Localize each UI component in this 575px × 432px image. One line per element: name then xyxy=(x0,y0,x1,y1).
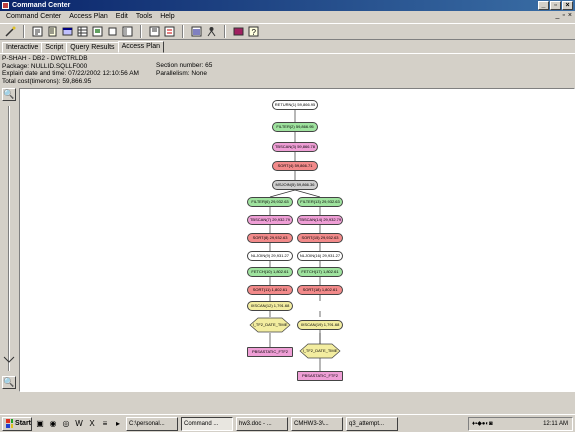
title-bar[interactable]: Command Center _ ▫ × xyxy=(0,0,575,11)
taskbar-button-command-center[interactable]: Command ... xyxy=(181,416,233,431)
toolbar-separator xyxy=(182,25,184,38)
system-tray: ♦▪◆●◐◙ 12:11 AM xyxy=(468,417,573,431)
window-title: Command Center xyxy=(12,2,71,9)
tab-access-plan[interactable]: Access Plan xyxy=(117,41,165,53)
app-icon xyxy=(2,2,9,9)
toolbar-separator xyxy=(224,25,226,38)
menu-help[interactable]: Help xyxy=(156,11,178,22)
toolbar: ? xyxy=(0,23,575,40)
package-label: Package: NULLID.SQLLF000 xyxy=(2,62,88,70)
toolbar-separator xyxy=(23,25,25,38)
maximize-button[interactable]: ▫ xyxy=(550,1,561,10)
word-icon[interactable]: W xyxy=(74,419,84,429)
history-icon[interactable] xyxy=(61,25,74,38)
app-launcher-icon[interactable]: ▸ xyxy=(113,419,123,429)
plan-table-left[interactable]: PBSASTATIC_FTF2 xyxy=(247,347,293,357)
menu-command-center[interactable]: Command Center xyxy=(2,11,65,22)
tab-query-results[interactable]: Query Results xyxy=(66,42,119,53)
zoom-slider-track[interactable] xyxy=(8,106,10,371)
network-icon[interactable]: ≡ xyxy=(100,419,110,429)
start-label: Start xyxy=(15,419,31,427)
plan-index-shapes xyxy=(249,317,341,359)
menu-access-plan[interactable]: Access Plan xyxy=(65,11,112,22)
tray-icons[interactable]: ♦▪◆●◐◙ xyxy=(472,418,493,430)
connection-label: P-SHAH - DB2 - DWCTRLDB xyxy=(2,55,88,62)
zoom-in-icon[interactable]: 🔍 xyxy=(2,88,16,101)
command-icon[interactable] xyxy=(31,25,44,38)
statistics-icon[interactable] xyxy=(190,25,203,38)
menu-edit[interactable]: Edit xyxy=(112,11,132,22)
command-center-window: Command Center _ ▫ × Command Center Acce… xyxy=(0,0,575,414)
settings-icon[interactable] xyxy=(205,25,218,38)
options-icon[interactable] xyxy=(121,25,134,38)
show-sql-icon[interactable] xyxy=(163,25,176,38)
explain-date-label: Explain date and time: 07/22/2002 12:10:… xyxy=(2,70,139,77)
tab-interactive[interactable]: Interactive xyxy=(2,42,43,53)
database-icon[interactable] xyxy=(232,25,245,38)
minimize-button[interactable]: _ xyxy=(538,1,549,10)
log-icon[interactable] xyxy=(148,25,161,38)
menu-tools[interactable]: Tools xyxy=(132,11,156,22)
start-button[interactable]: Start xyxy=(2,416,32,431)
taskbar-button-explorer[interactable]: C:\personal... xyxy=(126,416,178,431)
outlook-icon[interactable]: ◉ xyxy=(48,419,58,429)
taskbar-button-hw3-doc[interactable]: hw3.doc - ... xyxy=(236,416,288,431)
windows-logo-icon xyxy=(6,419,14,428)
desktop-icon[interactable]: ▣ xyxy=(35,419,45,429)
child-restore-button[interactable]: ▫ xyxy=(562,12,564,19)
tab-strip: Interactive Script Query Results Access … xyxy=(2,41,165,53)
taskbar: Start ▣ ◉ ◎ W X ≡ ▸ C:\personal... Comma… xyxy=(0,414,575,432)
total-cost-label: Total cost(timerons): 59,866.95 xyxy=(2,77,92,85)
zoom-out-icon[interactable]: 🔍 xyxy=(2,376,16,389)
script-icon[interactable] xyxy=(46,25,59,38)
child-close-button[interactable]: × xyxy=(568,12,572,19)
plan-table-right[interactable]: PBSASTATIC_FTF2 xyxy=(297,371,343,381)
taskbar-button-q3-attempt[interactable]: q3_attempt... xyxy=(346,416,398,431)
zoom-slider-thumb[interactable] xyxy=(3,356,15,364)
help-icon[interactable]: ? xyxy=(247,25,260,38)
access-plan-icon[interactable] xyxy=(91,25,104,38)
excel-icon[interactable]: X xyxy=(87,419,97,429)
toolbar-separator xyxy=(140,25,142,38)
plan-info-panel: P-SHAH - DB2 - DWCTRLDB Package: NULLID.… xyxy=(0,53,575,87)
menu-bar: Command Center Access Plan Edit Tools He… xyxy=(0,11,575,22)
zoom-panel: 🔍 🔍 xyxy=(0,88,18,392)
parallelism-label: Parallelism: None xyxy=(156,69,207,77)
section-number-label: Section number: 65 xyxy=(156,62,213,69)
clock: 12:11 AM xyxy=(543,421,568,427)
tab-script[interactable]: Script xyxy=(41,42,68,53)
index-label-right: I_TF2_DATE_TIME xyxy=(302,348,338,353)
wizard-icon[interactable] xyxy=(4,25,17,38)
svg-text:?: ? xyxy=(252,28,257,37)
taskbar-button-cmhw3[interactable]: CMHW3-3\... xyxy=(291,416,343,431)
close-button[interactable]: × xyxy=(562,1,573,10)
child-minimize-button[interactable]: _ xyxy=(556,12,560,19)
index-label-left: I_TF2_DATE_TIME xyxy=(252,322,288,327)
window-icon[interactable] xyxy=(106,25,119,38)
explorer-icon[interactable]: ◎ xyxy=(61,419,71,429)
results-icon[interactable] xyxy=(76,25,89,38)
access-plan-graph[interactable]: RETURN(1) 59,866.95 FILTER(2) 59,866.95 … xyxy=(19,88,575,392)
child-window-controls: _ ▫ × xyxy=(556,12,572,19)
